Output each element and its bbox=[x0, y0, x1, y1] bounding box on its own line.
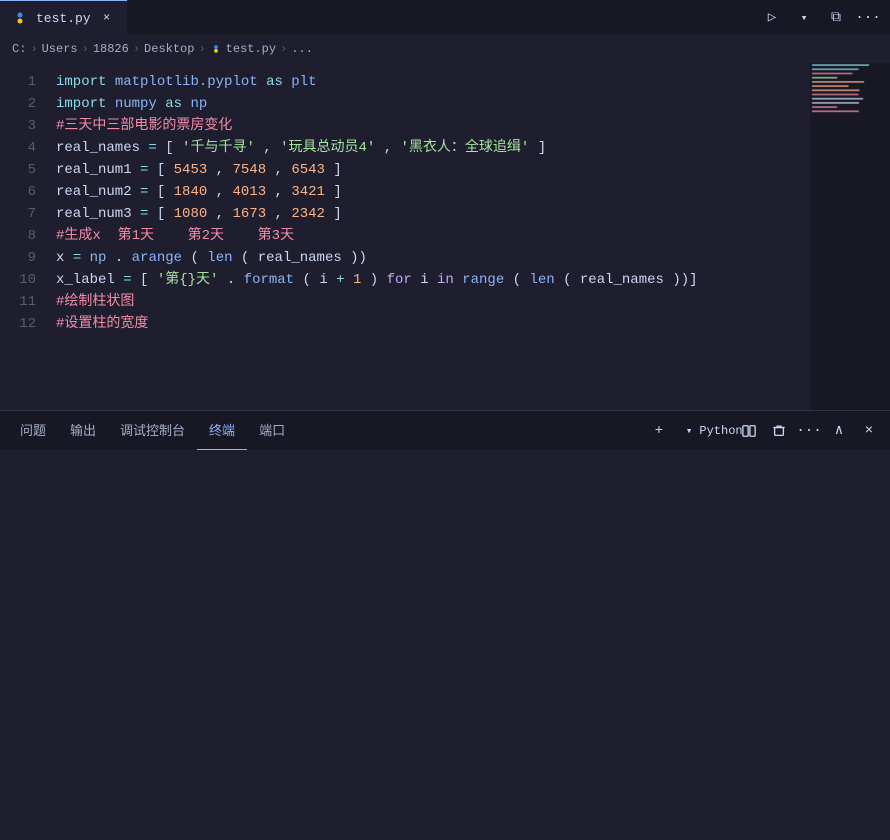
split-terminal-button[interactable] bbox=[736, 418, 762, 444]
more-panel-actions-button[interactable]: ··· bbox=[796, 418, 822, 444]
breadcrumb-file: test.py bbox=[210, 42, 276, 56]
dropdown-run-button[interactable]: ▾ bbox=[790, 4, 818, 32]
breadcrumb: C: › Users › 18826 › Desktop › test.py ›… bbox=[0, 35, 890, 63]
panel-tab-actions: + ▾ Python bbox=[646, 418, 882, 444]
maximize-panel-button[interactable]: ∧ bbox=[826, 418, 852, 444]
editor-container: 1 2 3 4 5 6 7 8 9 10 11 12 import matplo… bbox=[0, 63, 890, 800]
panel: 问题 输出 调试控制台 终端 端口 + ▾ bbox=[0, 410, 890, 800]
code-area: 1 2 3 4 5 6 7 8 9 10 11 12 import matplo… bbox=[0, 63, 890, 410]
line-num-6: 6 bbox=[0, 181, 36, 203]
terminal-content[interactable] bbox=[0, 450, 890, 800]
code-line-9: x = np . arange ( len ( real_names )) bbox=[52, 247, 810, 269]
tab-problems[interactable]: 问题 bbox=[8, 411, 58, 451]
new-terminal-dropdown-button[interactable]: ▾ bbox=[676, 418, 702, 444]
breadcrumb-python-icon bbox=[210, 43, 222, 55]
python-file-icon bbox=[12, 10, 28, 26]
tab-label: test.py bbox=[36, 11, 91, 26]
minimap-canvas bbox=[810, 63, 890, 183]
code-line-1: import matplotlib.pyplot as plt bbox=[52, 71, 810, 93]
close-panel-button[interactable]: × bbox=[856, 418, 882, 444]
minimap bbox=[810, 63, 890, 410]
trash-icon bbox=[772, 424, 786, 438]
line-numbers: 1 2 3 4 5 6 7 8 9 10 11 12 bbox=[0, 63, 52, 410]
breadcrumb-c[interactable]: C: bbox=[12, 42, 26, 56]
line-num-10: 10 bbox=[0, 269, 36, 291]
breadcrumb-ellipsis[interactable]: ... bbox=[291, 42, 313, 56]
code-line-12: #设置柱的宽度 bbox=[52, 313, 810, 335]
line-num-3: 3 bbox=[0, 115, 36, 137]
tab-terminal[interactable]: 终端 bbox=[197, 411, 247, 451]
kill-terminal-button[interactable] bbox=[766, 418, 792, 444]
line-num-2: 2 bbox=[0, 93, 36, 115]
title-bar: test.py × ▷ ▾ ⧉ ··· bbox=[0, 0, 890, 35]
code-line-8: #生成x 第1天 第2天 第3天 bbox=[52, 225, 810, 247]
code-editor[interactable]: import matplotlib.pyplot as plt import n… bbox=[52, 63, 810, 410]
code-line-4: real_names = [ '千与千寻' , '玩具总动员4' , '黑衣人：… bbox=[52, 137, 810, 159]
python-terminal-badge: Python bbox=[706, 418, 732, 444]
code-line-11: #绘制柱状图 bbox=[52, 291, 810, 313]
panel-tab-bar: 问题 输出 调试控制台 终端 端口 + ▾ bbox=[0, 410, 890, 450]
line-num-8: 8 bbox=[0, 225, 36, 247]
editor-tab[interactable]: test.py × bbox=[0, 0, 127, 35]
split-editor-button[interactable]: ⧉ bbox=[822, 4, 850, 32]
breadcrumb-18826[interactable]: 18826 bbox=[93, 42, 129, 56]
code-line-2: import numpy as np bbox=[52, 93, 810, 115]
tab-ports[interactable]: 端口 bbox=[247, 411, 297, 451]
title-bar-controls: ▷ ▾ ⧉ ··· bbox=[758, 4, 890, 32]
split-terminal-icon bbox=[742, 424, 756, 438]
tab-close-button[interactable]: × bbox=[99, 10, 115, 26]
new-terminal-button[interactable]: + bbox=[646, 418, 672, 444]
line-num-9: 9 bbox=[0, 247, 36, 269]
code-line-5: real_num1 = [ 5453 , 7548 , 6543 ] bbox=[52, 159, 810, 181]
code-line-6: real_num2 = [ 1840 , 4013 , 3421 ] bbox=[52, 181, 810, 203]
tab-debug-console[interactable]: 调试控制台 bbox=[108, 411, 197, 451]
code-line-10: x_label = [ '第{}天' . format ( i + 1 ) fo… bbox=[52, 269, 810, 291]
line-num-11: 11 bbox=[0, 291, 36, 313]
line-num-12: 12 bbox=[0, 313, 36, 335]
line-num-4: 4 bbox=[0, 137, 36, 159]
line-num-7: 7 bbox=[0, 203, 36, 225]
line-num-5: 5 bbox=[0, 159, 36, 181]
breadcrumb-filename[interactable]: test.py bbox=[226, 42, 276, 56]
breadcrumb-users[interactable]: Users bbox=[42, 42, 78, 56]
tab-output[interactable]: 输出 bbox=[58, 411, 108, 451]
code-line-3: #三天中三部电影的票房变化 bbox=[52, 115, 810, 137]
more-actions-button[interactable]: ··· bbox=[854, 4, 882, 32]
line-num-1: 1 bbox=[0, 71, 36, 93]
code-line-7: real_num3 = [ 1080 , 1673 , 2342 ] bbox=[52, 203, 810, 225]
run-button[interactable]: ▷ bbox=[758, 4, 786, 32]
breadcrumb-desktop[interactable]: Desktop bbox=[144, 42, 194, 56]
